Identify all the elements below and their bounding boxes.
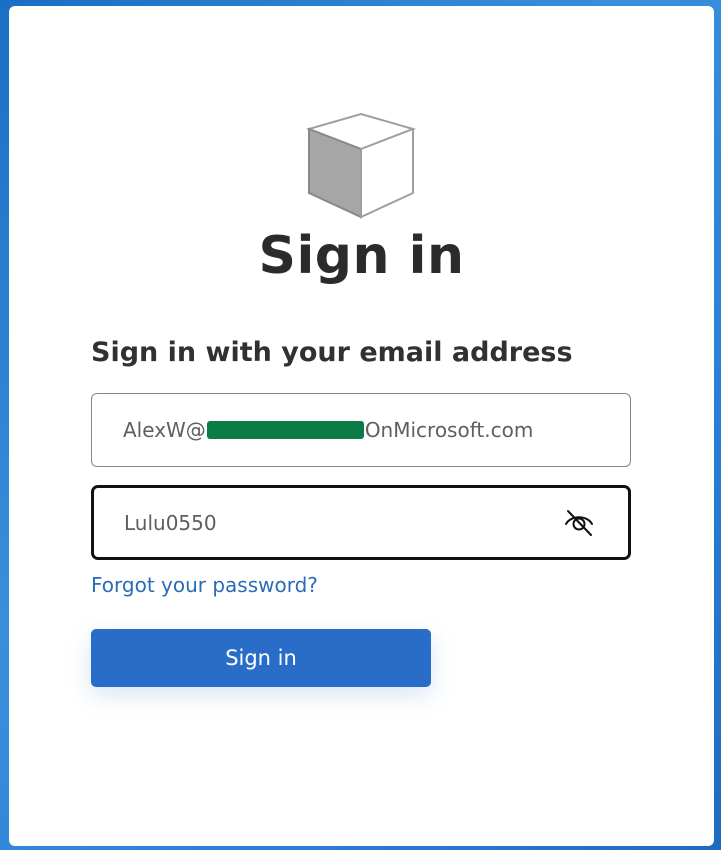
email-field[interactable]: AlexW@ OnMicrosoft.com (91, 393, 631, 467)
email-value: AlexW@ OnMicrosoft.com (123, 418, 533, 442)
email-prefix: AlexW@ (123, 418, 206, 442)
forgot-password-link[interactable]: Forgot your password? (91, 570, 318, 600)
cube-logo-icon (306, 112, 416, 219)
page-subtitle: Sign in with your email address (91, 337, 573, 368)
redaction-bar (206, 421, 364, 439)
password-field[interactable]: Lulu0550 (91, 485, 631, 560)
sign-in-card: Sign in Sign in with your email address … (9, 6, 714, 846)
page-title: Sign in (258, 226, 465, 286)
sign-in-button[interactable]: Sign in (91, 629, 431, 687)
password-value: Lulu0550 (124, 510, 217, 535)
email-suffix: OnMicrosoft.com (364, 418, 534, 442)
eye-slash-icon[interactable] (563, 506, 595, 538)
